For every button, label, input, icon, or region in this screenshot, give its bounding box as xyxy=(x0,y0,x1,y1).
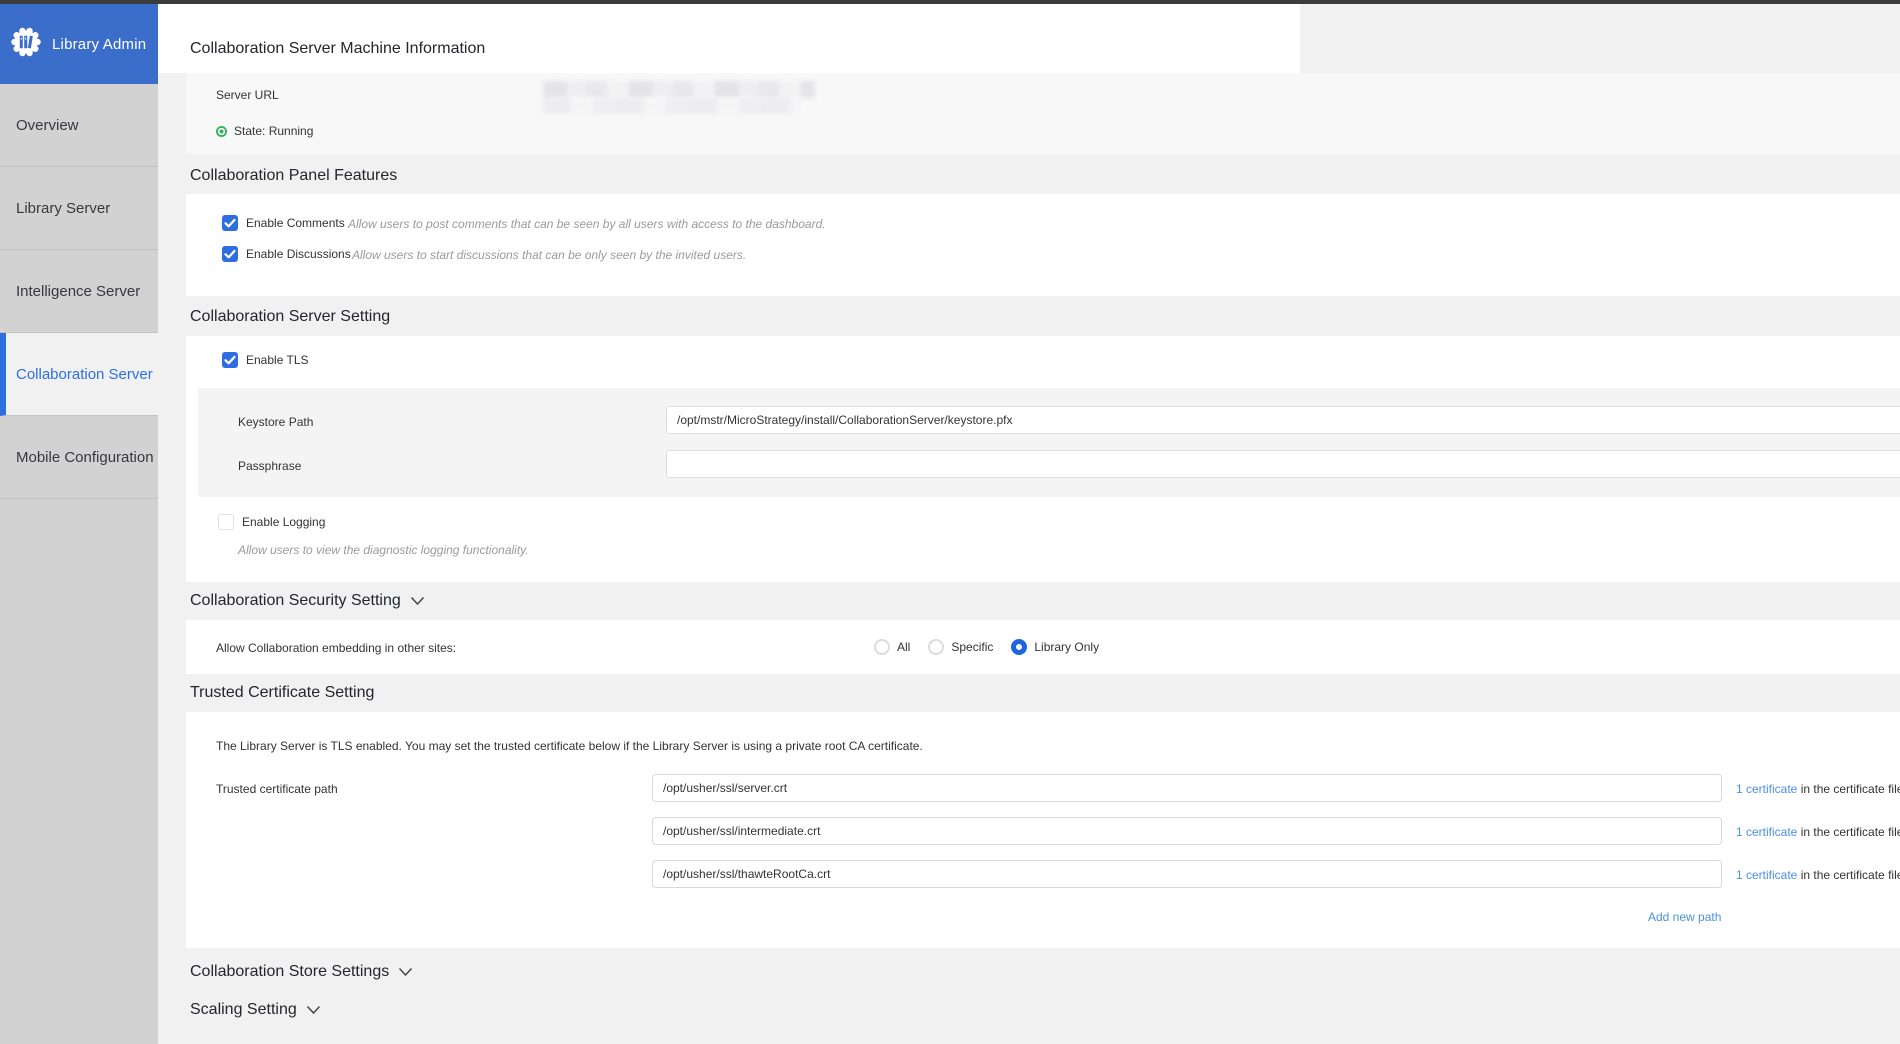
section-title-text: Collaboration Server Setting xyxy=(190,308,390,326)
certificate-note-suffix: in the certificate file xyxy=(1797,868,1900,882)
server-state-text: State: Running xyxy=(234,124,313,138)
brand-title: Library Admin xyxy=(52,36,146,53)
section-title-store-settings[interactable]: Collaboration Store Settings xyxy=(190,963,413,981)
server-url-label: Server URL xyxy=(216,88,279,102)
section-title-text: Collaboration Store Settings xyxy=(190,963,389,981)
sidebar-item-label: Intelligence Server xyxy=(16,283,140,300)
certificate-note-suffix: in the certificate file xyxy=(1797,782,1900,796)
embedding-radio-group: All Specific Library Only xyxy=(874,620,1099,674)
certificate-count-link[interactable]: 1 certificate xyxy=(1736,868,1797,882)
enable-comments-checkbox[interactable] xyxy=(222,215,238,231)
check-icon xyxy=(222,246,238,262)
certificate-note-suffix: in the certificate file xyxy=(1797,825,1900,839)
enable-tls-checkbox[interactable] xyxy=(222,352,238,368)
certificate-path-input-3[interactable] xyxy=(652,860,1722,888)
check-icon xyxy=(222,352,238,368)
certificate-count-note: 1 certificate in the certificate file xyxy=(1736,825,1900,839)
sidebar-item-label: Overview xyxy=(16,117,79,134)
sidebar-item-label: Mobile Configuration xyxy=(16,449,154,466)
certificate-path-input-1[interactable] xyxy=(652,774,1722,802)
certificate-count-note: 1 certificate in the certificate file xyxy=(1736,782,1900,796)
section-title-panel-features: Collaboration Panel Features xyxy=(190,167,397,185)
trusted-certificate-path-label: Trusted certificate path xyxy=(216,782,338,796)
radio-library-only-label[interactable]: Library Only xyxy=(1034,640,1099,654)
enable-logging-checkbox[interactable] xyxy=(218,514,234,530)
enable-comments-label[interactable]: Enable Comments xyxy=(246,216,345,230)
sidebar-item-collaboration-server[interactable]: Collaboration Server xyxy=(0,333,158,416)
server-state-row: State: Running xyxy=(216,124,313,138)
certificate-count-link[interactable]: 1 certificate xyxy=(1736,782,1797,796)
enable-tls-label[interactable]: Enable TLS xyxy=(246,353,309,367)
enable-discussions-description: Allow users to start discussions that ca… xyxy=(352,248,746,262)
enable-logging-label[interactable]: Enable Logging xyxy=(242,515,325,529)
section-title-security-setting[interactable]: Collaboration Security Setting xyxy=(190,592,425,610)
top-white-band xyxy=(158,4,1300,73)
chevron-down-icon xyxy=(306,1002,321,1020)
radio-specific-label[interactable]: Specific xyxy=(951,640,993,654)
machine-information-panel: Server URL State: Running xyxy=(186,73,1900,154)
certificate-count-note: 1 certificate in the certificate file xyxy=(1736,868,1900,882)
radio-library-only[interactable] xyxy=(1011,639,1027,655)
add-new-path-link[interactable]: Add new path xyxy=(1648,910,1721,924)
section-title-machine-information: Collaboration Server Machine Information xyxy=(190,40,485,58)
security-setting-panel: Allow Collaboration embedding in other s… xyxy=(186,620,1900,674)
panel-features-panel: Enable Comments Allow users to post comm… xyxy=(186,194,1900,296)
keystore-path-label: Keystore Path xyxy=(238,415,313,429)
radio-option-library-only[interactable]: Library Only xyxy=(1011,639,1099,655)
server-setting-panel: Enable TLS Keystore Path Passphrase Enab… xyxy=(186,336,1900,582)
sidebar-item-library-server[interactable]: Library Server xyxy=(0,167,158,250)
section-title-trusted-certificate: Trusted Certificate Setting xyxy=(190,684,374,702)
sidebar: Library Admin Overview Library Server In… xyxy=(0,4,158,1044)
sidebar-item-label: Library Server xyxy=(16,200,110,217)
sidebar-item-intelligence-server[interactable]: Intelligence Server xyxy=(0,250,158,333)
section-title-text: Collaboration Security Setting xyxy=(190,592,401,610)
enable-tls-row: Enable TLS xyxy=(222,352,309,368)
embedding-sites-label: Allow Collaboration embedding in other s… xyxy=(216,641,456,655)
tls-settings-subpanel: Keystore Path Passphrase xyxy=(198,388,1900,497)
enable-discussions-label[interactable]: Enable Discussions xyxy=(246,247,351,261)
enable-discussions-row: Enable Discussions xyxy=(222,246,351,262)
section-title-text: Collaboration Server Machine Information xyxy=(190,40,485,58)
certificate-count-link[interactable]: 1 certificate xyxy=(1736,825,1797,839)
enable-logging-row: Enable Logging xyxy=(218,514,325,530)
passphrase-input[interactable] xyxy=(666,450,1900,478)
section-title-text: Collaboration Panel Features xyxy=(190,167,397,185)
radio-all-label[interactable]: All xyxy=(897,640,910,654)
passphrase-label: Passphrase xyxy=(238,459,301,473)
radio-option-all[interactable]: All xyxy=(874,639,910,655)
enable-discussions-checkbox[interactable] xyxy=(222,246,238,262)
library-admin-page: Library Admin Overview Library Server In… xyxy=(0,0,1900,1044)
trusted-certificate-panel: The Library Server is TLS enabled. You m… xyxy=(186,712,1900,948)
sidebar-item-label: Collaboration Server xyxy=(16,366,153,383)
section-title-text: Trusted Certificate Setting xyxy=(190,684,374,702)
enable-comments-row: Enable Comments xyxy=(222,215,345,231)
radio-option-specific[interactable]: Specific xyxy=(928,639,993,655)
radio-all[interactable] xyxy=(874,639,890,655)
section-title-text: Scaling Setting xyxy=(190,1001,297,1019)
enable-logging-description: Allow users to view the diagnostic loggi… xyxy=(238,543,529,557)
server-url-redacted-value xyxy=(543,81,815,115)
sidebar-item-overview[interactable]: Overview xyxy=(0,84,158,167)
brand-header: Library Admin xyxy=(0,4,158,84)
chevron-down-icon xyxy=(410,593,425,611)
keystore-path-input[interactable] xyxy=(666,406,1900,434)
trusted-certificate-intro: The Library Server is TLS enabled. You m… xyxy=(216,739,923,753)
section-title-server-setting: Collaboration Server Setting xyxy=(190,308,390,326)
section-title-scaling-setting[interactable]: Scaling Setting xyxy=(190,1001,321,1019)
certificate-path-input-2[interactable] xyxy=(652,817,1722,845)
library-admin-logo-icon xyxy=(10,26,42,63)
chevron-down-icon xyxy=(398,964,413,982)
enable-comments-description: Allow users to post comments that can be… xyxy=(348,217,826,231)
radio-specific[interactable] xyxy=(928,639,944,655)
check-icon xyxy=(222,215,238,231)
sidebar-item-mobile-configuration[interactable]: Mobile Configuration xyxy=(0,416,158,499)
running-status-icon xyxy=(216,126,227,137)
